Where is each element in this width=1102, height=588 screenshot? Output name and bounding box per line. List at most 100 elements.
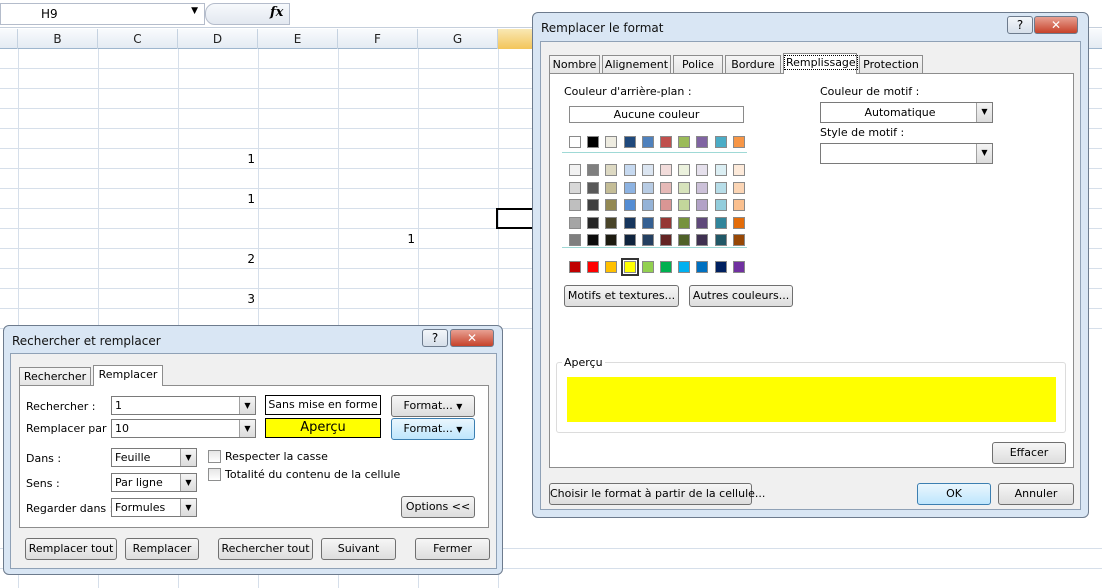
- chevron-down-icon[interactable]: ▼: [180, 499, 196, 516]
- close-button[interactable]: Fermer: [415, 538, 490, 560]
- theme-shade-swatch[interactable]: [605, 181, 618, 194]
- chevron-down-icon[interactable]: ▼: [180, 474, 196, 491]
- match-case-checkbox[interactable]: [208, 450, 221, 463]
- tab-remplacer[interactable]: Remplacer: [93, 365, 163, 386]
- cell-d-value[interactable]: 1: [195, 192, 255, 206]
- column-header-e[interactable]: E: [258, 29, 338, 49]
- theme-shade-swatch[interactable]: [623, 234, 636, 246]
- theme-shade-swatch[interactable]: [605, 216, 618, 229]
- patterns-textures-button[interactable]: Motifs et textures...: [564, 285, 679, 307]
- theme-shade-swatch[interactable]: [569, 181, 581, 194]
- replace-input[interactable]: 10 ▼: [111, 419, 256, 438]
- theme-color-swatch[interactable]: [678, 136, 691, 148]
- standard-color-swatch[interactable]: [696, 261, 709, 273]
- tab-protection[interactable]: Protection: [859, 55, 923, 74]
- pattern-color-select[interactable]: Automatique ▼: [820, 102, 993, 123]
- cell-d-value[interactable]: 3: [195, 292, 255, 306]
- search-input[interactable]: 1 ▼: [111, 396, 256, 415]
- theme-color-swatch[interactable]: [660, 136, 672, 148]
- cell-d-value[interactable]: 1: [195, 152, 255, 166]
- standard-color-swatch[interactable]: [587, 261, 600, 273]
- theme-color-swatch[interactable]: [696, 136, 709, 148]
- standard-color-swatch[interactable]: [660, 261, 672, 273]
- theme-shade-swatch[interactable]: [714, 181, 727, 194]
- standard-color-swatch[interactable]: [620, 258, 639, 276]
- theme-color-swatch[interactable]: [605, 136, 618, 148]
- column-header-f[interactable]: F: [338, 29, 418, 49]
- within-select[interactable]: Feuille ▼: [111, 448, 197, 467]
- theme-shade-swatch[interactable]: [732, 164, 745, 176]
- theme-shade-swatch[interactable]: [569, 199, 581, 211]
- search-format-button[interactable]: Format... ▼: [391, 395, 475, 417]
- theme-shade-swatch[interactable]: [678, 234, 691, 246]
- theme-color-swatch[interactable]: [623, 136, 636, 148]
- theme-shade-swatch[interactable]: [696, 234, 709, 246]
- close-icon[interactable]: ✕: [1034, 16, 1078, 34]
- chevron-down-icon[interactable]: ▼: [239, 397, 255, 414]
- theme-shade-swatch[interactable]: [623, 199, 636, 211]
- find-all-button[interactable]: Rechercher tout: [218, 538, 313, 560]
- theme-shade-swatch[interactable]: [732, 234, 745, 246]
- chevron-down-icon[interactable]: ▼: [239, 420, 255, 437]
- find-next-button[interactable]: Suivant: [321, 538, 396, 560]
- chevron-down-icon[interactable]: ▼: [180, 449, 196, 466]
- theme-shade-swatch[interactable]: [660, 216, 672, 229]
- standard-color-swatch[interactable]: [732, 261, 745, 273]
- insert-function-icon[interactable]: fx: [270, 5, 283, 20]
- theme-shade-swatch[interactable]: [696, 199, 709, 211]
- theme-shade-swatch[interactable]: [641, 164, 654, 176]
- cell-f-value[interactable]: 1: [355, 232, 415, 246]
- theme-color-swatch[interactable]: [714, 136, 727, 148]
- standard-color-swatch[interactable]: [569, 261, 581, 273]
- theme-shade-swatch[interactable]: [569, 216, 581, 229]
- theme-shade-swatch[interactable]: [714, 216, 727, 229]
- chevron-down-icon[interactable]: ▼: [191, 6, 198, 16]
- search-direction-select[interactable]: Par ligne ▼: [111, 473, 197, 492]
- theme-color-swatch[interactable]: [641, 136, 654, 148]
- theme-shade-swatch[interactable]: [732, 199, 745, 211]
- theme-shade-swatch[interactable]: [623, 216, 636, 229]
- theme-shade-swatch[interactable]: [696, 216, 709, 229]
- theme-color-swatch[interactable]: [569, 136, 581, 148]
- options-button[interactable]: Options <<: [401, 496, 475, 518]
- theme-shade-swatch[interactable]: [587, 199, 600, 211]
- cell-d-value[interactable]: 2: [195, 252, 255, 266]
- theme-shade-swatch[interactable]: [678, 216, 691, 229]
- select-all-corner[interactable]: [0, 29, 18, 49]
- theme-shade-swatch[interactable]: [623, 164, 636, 176]
- standard-color-swatch[interactable]: [678, 261, 691, 273]
- theme-shade-swatch[interactable]: [641, 234, 654, 246]
- column-header-d[interactable]: D: [178, 29, 258, 49]
- tab-remplissage[interactable]: Remplissage: [783, 53, 858, 74]
- theme-shade-swatch[interactable]: [605, 234, 618, 246]
- theme-shade-swatch[interactable]: [605, 164, 618, 176]
- more-colors-button[interactable]: Autres couleurs...: [689, 285, 793, 307]
- theme-shade-swatch[interactable]: [696, 164, 709, 176]
- theme-shade-swatch[interactable]: [714, 199, 727, 211]
- help-icon[interactable]: ?: [422, 329, 448, 347]
- theme-shade-swatch[interactable]: [587, 216, 600, 229]
- theme-shade-swatch[interactable]: [678, 164, 691, 176]
- theme-color-swatch[interactable]: [732, 136, 745, 148]
- column-header-c[interactable]: C: [98, 29, 178, 49]
- replace-button[interactable]: Remplacer: [125, 538, 199, 560]
- theme-shade-swatch[interactable]: [678, 181, 691, 194]
- theme-shade-swatch[interactable]: [569, 164, 581, 176]
- look-in-select[interactable]: Formules ▼: [111, 498, 197, 517]
- theme-shade-swatch[interactable]: [660, 199, 672, 211]
- standard-color-swatch[interactable]: [641, 261, 654, 273]
- theme-shade-swatch[interactable]: [660, 181, 672, 194]
- theme-shade-swatch[interactable]: [714, 234, 727, 246]
- replace-all-button[interactable]: Remplacer tout: [25, 538, 117, 560]
- theme-shade-swatch[interactable]: [696, 181, 709, 194]
- whole-cell-checkbox[interactable]: [208, 468, 221, 481]
- standard-color-swatch[interactable]: [714, 261, 727, 273]
- tab-nombre[interactable]: Nombre: [549, 55, 600, 74]
- theme-shade-swatch[interactable]: [732, 181, 745, 194]
- theme-shade-swatch[interactable]: [623, 181, 636, 194]
- close-icon[interactable]: ✕: [450, 329, 494, 347]
- tab-rechercher[interactable]: Rechercher: [19, 367, 91, 386]
- theme-shade-swatch[interactable]: [587, 181, 600, 194]
- ok-button[interactable]: OK: [917, 483, 991, 505]
- chevron-down-icon[interactable]: ▼: [976, 103, 992, 122]
